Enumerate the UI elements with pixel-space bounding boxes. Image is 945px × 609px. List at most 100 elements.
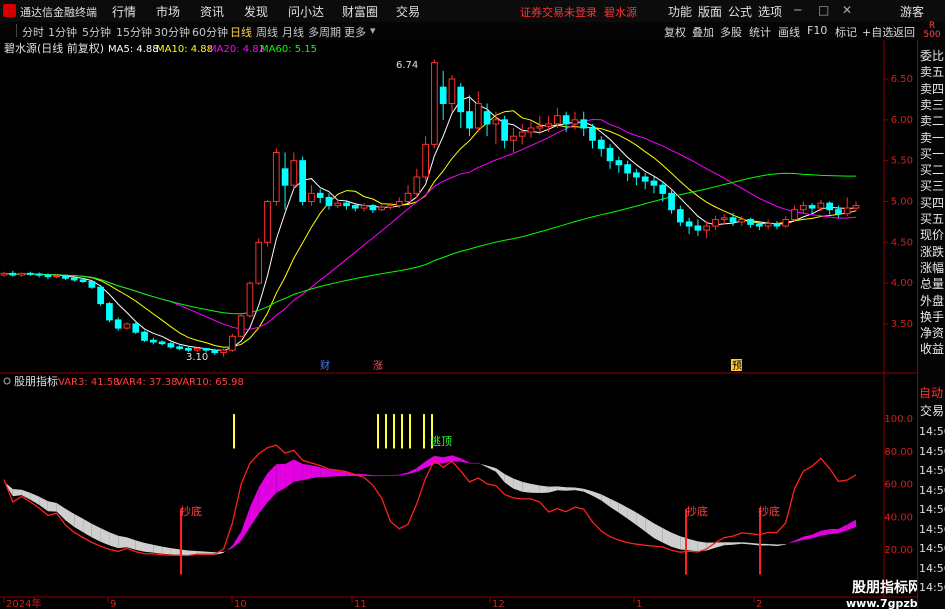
price-axis-label: 6.50 (891, 74, 913, 85)
guest-label[interactable]: 游客 (900, 3, 924, 20)
candle-body (0, 272, 8, 276)
candle-body (422, 143, 429, 178)
candle-body (88, 281, 96, 288)
indicator-axis-label: 80.00 (884, 447, 913, 458)
mark-button[interactable]: 标记 (835, 24, 857, 40)
menu-discover[interactable]: 发现 (244, 3, 268, 20)
candle-body (756, 223, 763, 227)
stock-chart[interactable]: 6.50 6.00 5.50 5.00 4.50 4.00 3.50 100.0 80.00 6… (0, 40, 917, 609)
period-weekly[interactable]: 周线 (256, 24, 278, 40)
maximize-icon[interactable]: □ (818, 3, 829, 17)
candle-body (18, 272, 25, 276)
candle-body (299, 160, 306, 202)
menu-formula[interactable]: 公式 (728, 3, 752, 20)
menu-news[interactable]: 资讯 (200, 3, 224, 20)
candle-body (106, 303, 113, 321)
candle-body (747, 218, 754, 225)
menu-markets[interactable]: 市场 (156, 3, 180, 20)
side-label: 现价 (920, 228, 945, 243)
side-auto-label[interactable]: 自动 (919, 384, 943, 401)
date-axis-label: 1 (636, 599, 642, 609)
indicator-axis-label: 20.00 (884, 545, 913, 556)
period-multi[interactable]: 多周期 (308, 24, 341, 40)
candle-body (246, 282, 254, 317)
multi-stock-button[interactable]: 多股 (720, 24, 742, 40)
sell-signal-label: 逃顶 (430, 435, 452, 448)
side-trade-label[interactable]: 交易 (920, 402, 944, 420)
menu-function[interactable]: 功能 (668, 3, 692, 20)
side-time: 14:56 (919, 542, 945, 555)
side-label: 买三 (920, 179, 945, 194)
period-intraday[interactable]: 分时 (22, 24, 44, 40)
menu-options[interactable]: 选项 (758, 3, 782, 20)
side-label: 买四 (920, 195, 945, 210)
menu-bar (0, 0, 945, 23)
candle-body (378, 206, 386, 211)
buy-signal-label-3: 抄底 (758, 504, 780, 518)
side-label: 卖二 (920, 114, 945, 129)
side-label: 涨幅 (920, 260, 945, 275)
menu-layout[interactable]: 版面 (698, 3, 722, 20)
side-label: 换手 (920, 309, 945, 324)
ma60-label: MA60: 5.15 (260, 44, 317, 55)
back-button[interactable]: 返回 (893, 24, 915, 40)
period-monthly[interactable]: 月线 (282, 24, 304, 40)
candle-body (703, 225, 711, 231)
stats-button[interactable]: 统计 (749, 24, 771, 40)
menu-market[interactable]: 行情 (112, 3, 136, 20)
main-header-name: 碧水源(日线 前复权) (4, 41, 104, 55)
side-label: 收益 (920, 342, 945, 357)
candle-body (9, 272, 17, 276)
side-label: 买一 (920, 146, 945, 161)
event-forecast-mark[interactable]: 预 (732, 360, 742, 372)
candle-body (527, 127, 535, 133)
period-15min[interactable]: 15分钟 (116, 24, 152, 40)
menu-ask[interactable]: 问小达 (288, 3, 324, 20)
side-label: 净资 (920, 326, 945, 341)
side-label: 涨跌 (920, 244, 945, 259)
period-more[interactable]: 更多 (344, 24, 366, 40)
candle-body (237, 315, 245, 337)
draw-button[interactable]: 画线 (778, 24, 800, 40)
candle-body (791, 209, 798, 220)
side-label: 外盘 (920, 293, 945, 308)
date-axis-label: 9 (110, 599, 116, 609)
candle-body (835, 209, 842, 215)
buy-signal-label-2: 抄底 (686, 504, 708, 518)
price-axis-label: 4.50 (891, 237, 913, 248)
close-icon[interactable]: ✕ (842, 3, 852, 17)
var3-label: VAR3: 41.58 (58, 377, 120, 388)
period-60min[interactable]: 60分钟 (192, 24, 228, 40)
date-axis-label: 2024年 (6, 597, 41, 609)
period-30min[interactable]: 30分钟 (154, 24, 190, 40)
indicator-ribbon-segment (118, 535, 127, 549)
period-5min[interactable]: 5分钟 (82, 24, 111, 40)
candle-body (132, 323, 140, 333)
watermark-title: 股朋指标网 (852, 579, 917, 596)
overlay-button[interactable]: 叠加 (692, 24, 714, 40)
period-1min[interactable]: 1分钟 (48, 24, 77, 40)
more-chevron-icon[interactable]: ▾ (370, 24, 376, 37)
candle-body (448, 78, 456, 104)
add-watch-button[interactable]: +自选 (862, 24, 893, 40)
candle-body (79, 279, 87, 283)
candle-body (597, 139, 605, 149)
candle-body (70, 277, 78, 281)
indicator-ribbon-segment (724, 542, 733, 546)
price-axis-label: 5.00 (891, 197, 913, 208)
login-notice[interactable]: 证券交易未登录 碧水源 (520, 4, 637, 20)
candle-body (685, 221, 693, 227)
f10-button[interactable]: F10 (807, 24, 827, 37)
adjust-button[interactable]: 复权 (664, 24, 686, 40)
period-daily[interactable]: 日线 (230, 24, 252, 40)
candle-body (431, 62, 438, 145)
menu-wealth[interactable]: 财富圈 (342, 3, 378, 20)
candle-body (589, 127, 596, 141)
menu-trade[interactable]: 交易 (396, 3, 420, 20)
candle-body (141, 331, 148, 341)
event-rise-mark[interactable]: 涨 (373, 360, 383, 372)
minimize-icon[interactable]: ─ (794, 3, 801, 17)
candle-body (439, 86, 447, 105)
candle-body (501, 119, 509, 141)
event-finance-mark[interactable]: 财 (320, 359, 330, 372)
